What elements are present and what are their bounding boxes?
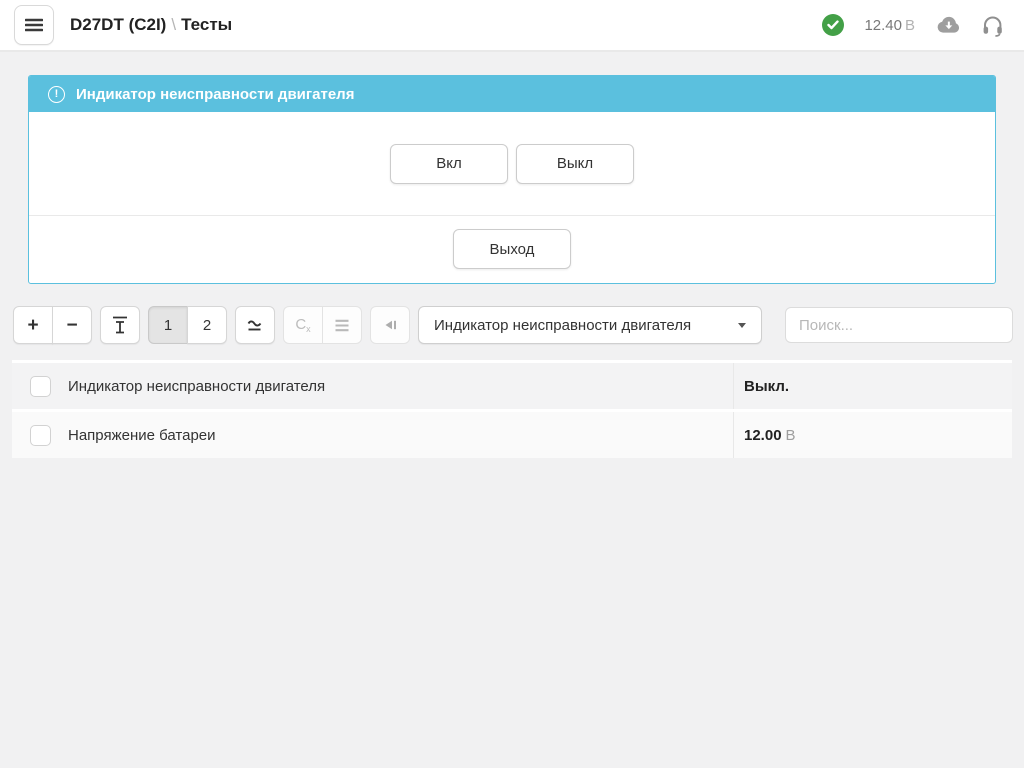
- clear-list-group: Cx: [283, 306, 362, 344]
- battery-voltage-readout: 12.40В: [864, 17, 915, 34]
- breadcrumb: D27DT (C2I) \ Тесты: [70, 15, 232, 35]
- add-remove-group: + −: [13, 306, 92, 344]
- info-icon: !: [48, 86, 65, 103]
- breadcrumb-section: Тесты: [181, 15, 232, 34]
- breadcrumb-device: D27DT (C2I): [70, 15, 166, 34]
- table-row[interactable]: Напряжение батареи 12.00В: [12, 412, 1012, 458]
- plus-icon: +: [27, 316, 38, 335]
- page-1-button[interactable]: 1: [148, 306, 188, 344]
- line-height-icon: [111, 315, 129, 335]
- graph-mode-button[interactable]: [235, 306, 275, 344]
- back-group: [370, 306, 410, 344]
- headphones-icon[interactable]: [981, 14, 1004, 37]
- parameter-value: 12.00: [744, 427, 782, 444]
- page-1-label: 1: [164, 317, 172, 334]
- signal-wave-icon: [246, 318, 264, 333]
- voltage-value: 12.40: [864, 17, 902, 34]
- wave-group: [235, 306, 275, 344]
- search-input[interactable]: [785, 307, 1013, 343]
- test-select-dropdown[interactable]: Индикатор неисправности двигателя: [418, 306, 762, 344]
- remove-parameter-button[interactable]: −: [52, 306, 92, 344]
- test-panel-body: Вкл Выкл: [29, 112, 995, 216]
- minus-icon: −: [66, 316, 77, 335]
- add-parameter-button[interactable]: +: [13, 306, 53, 344]
- row-height-button[interactable]: [100, 306, 140, 344]
- parameter-value-cell: 12.00В: [734, 427, 1012, 444]
- checkbox-cell: [12, 425, 68, 446]
- parameters-toolbar: + − 1 2: [13, 306, 1013, 344]
- cloud-download-icon[interactable]: [935, 16, 961, 35]
- voltage-unit: В: [905, 17, 915, 34]
- row-checkbox[interactable]: [30, 425, 51, 446]
- search-container: [785, 307, 1013, 343]
- parameter-unit: В: [786, 427, 796, 444]
- clear-values-button: Cx: [283, 306, 323, 344]
- clear-icon: Cx: [295, 316, 310, 334]
- list-view-button: [322, 306, 362, 344]
- caret-down-icon: [738, 323, 746, 328]
- status-cluster: 12.40В: [822, 14, 1004, 37]
- test-off-button[interactable]: Выкл: [516, 144, 634, 184]
- justify-lines-icon: [334, 319, 350, 332]
- row-height-group: [100, 306, 140, 344]
- hamburger-icon: [25, 18, 43, 32]
- page-group: 1 2: [148, 306, 227, 344]
- menu-button[interactable]: [14, 5, 54, 45]
- parameter-value-cell: Выкл.: [734, 378, 1012, 395]
- top-bar: D27DT (C2I) \ Тесты 12.40В: [0, 0, 1024, 52]
- test-panel-footer: Выход: [29, 216, 995, 283]
- table-row[interactable]: Индикатор неисправности двигателя Выкл.: [12, 363, 1012, 409]
- parameter-name: Индикатор неисправности двигателя: [68, 363, 734, 409]
- connection-ok-badge: [822, 14, 844, 36]
- test-exit-button[interactable]: Выход: [453, 229, 571, 269]
- check-icon: [827, 20, 839, 30]
- page-2-button[interactable]: 2: [187, 306, 227, 344]
- parameters-table: Индикатор неисправности двигателя Выкл. …: [12, 360, 1012, 458]
- test-on-button[interactable]: Вкл: [390, 144, 508, 184]
- back-to-start-button: [370, 306, 410, 344]
- breadcrumb-separator: \: [171, 15, 176, 34]
- arrow-to-start-icon: [381, 317, 399, 333]
- test-panel-title: Индикатор неисправности двигателя: [76, 86, 354, 103]
- active-test-panel: ! Индикатор неисправности двигателя Вкл …: [28, 75, 996, 284]
- parameter-name: Напряжение батареи: [68, 412, 734, 458]
- row-checkbox[interactable]: [30, 376, 51, 397]
- parameter-value: Выкл.: [744, 378, 789, 395]
- test-select-value: Индикатор неисправности двигателя: [434, 317, 691, 334]
- test-panel-header: ! Индикатор неисправности двигателя: [29, 76, 995, 112]
- page-2-label: 2: [203, 317, 211, 334]
- checkbox-cell: [12, 376, 68, 397]
